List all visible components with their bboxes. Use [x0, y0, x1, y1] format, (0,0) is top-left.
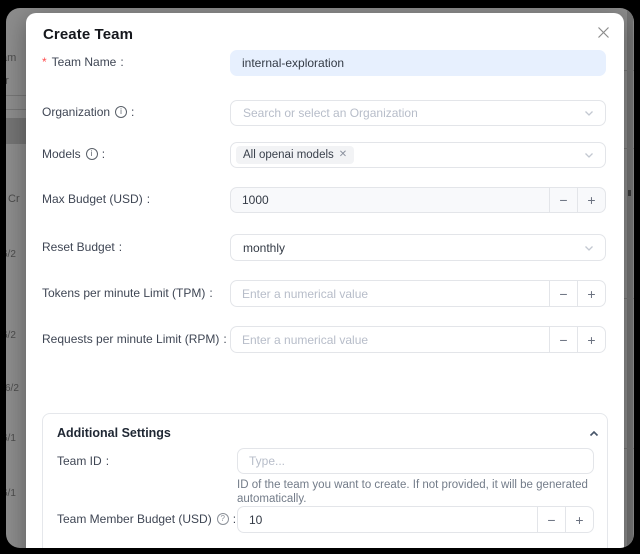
info-icon[interactable]: i [86, 148, 98, 160]
team-id-help-text: ID of the team you want to create. If no… [237, 478, 605, 506]
team-id-input[interactable] [238, 449, 593, 473]
collapse-chevron-up-icon[interactable] [585, 426, 603, 442]
team-member-budget-input[interactable] [238, 507, 537, 532]
bg-text-fragment [628, 190, 631, 196]
increment-button[interactable]: + [577, 188, 605, 212]
model-tag: All openai models ✕ [236, 146, 354, 164]
screen: am ar Cr 6/2 6/2 6/2 6/1 6/1 Create Team [0, 0, 640, 554]
team-member-budget-label: Team Member Budget (USD) ? : [57, 512, 236, 526]
decrement-button[interactable]: − [537, 507, 565, 532]
create-team-modal: Create Team * Team Name : Organization i… [26, 13, 624, 548]
reset-budget-select[interactable]: monthly [230, 234, 606, 261]
info-icon[interactable]: i [115, 106, 127, 118]
bg-text-fragment: ar [6, 75, 9, 87]
bg-divider [6, 95, 26, 96]
reset-budget-label: Reset Budget : [42, 240, 122, 254]
decrement-button[interactable]: − [549, 327, 577, 352]
bg-divider [6, 109, 26, 110]
additional-settings-section: Additional Settings Team ID : ID of the … [42, 413, 608, 548]
chevron-down-icon [583, 149, 595, 161]
bg-text-fragment: Cr [8, 193, 20, 205]
bg-text-fragment: am [6, 52, 16, 64]
bg-divider [624, 448, 634, 449]
team-name-label: * Team Name : [42, 55, 124, 69]
chevron-down-icon [583, 242, 595, 254]
modal-title: Create Team [43, 26, 133, 43]
max-budget-stepper: − + [230, 187, 606, 213]
increment-button[interactable]: + [577, 281, 605, 306]
team-member-budget-stepper: − + [237, 506, 594, 533]
reset-budget-value: monthly [231, 241, 583, 255]
models-label: Models i : [42, 147, 105, 161]
bg-text-fragment: 6/1 [6, 488, 16, 499]
chevron-down-icon [583, 107, 595, 119]
required-mark: * [42, 55, 47, 69]
bg-dark-band [6, 118, 26, 144]
team-id-label: Team ID : [57, 454, 109, 468]
models-select[interactable]: All openai models ✕ [230, 142, 606, 168]
rpm-stepper: − + [230, 326, 606, 353]
bg-text-fragment: 6/2 [6, 330, 16, 341]
team-name-field-wrap [230, 50, 606, 76]
organization-select[interactable]: Search or select an Organization [230, 100, 606, 126]
team-id-field-wrap [237, 448, 594, 474]
bg-scroll-strip [627, 8, 633, 548]
rpm-input[interactable] [231, 327, 549, 352]
dimmed-background-window: am ar Cr 6/2 6/2 6/2 6/1 6/1 Create Team [6, 8, 634, 548]
increment-button[interactable]: + [577, 327, 605, 352]
close-button[interactable] [592, 21, 614, 43]
team-name-input[interactable] [231, 51, 605, 75]
bg-divider [624, 148, 634, 149]
bg-text-fragment: 6/1 [6, 433, 16, 444]
tpm-stepper: − + [230, 280, 606, 307]
tag-remove-icon[interactable]: ✕ [339, 150, 347, 160]
bg-text-fragment: 6/2 [6, 249, 16, 260]
rpm-label: Requests per minute Limit (RPM) : [42, 332, 227, 346]
help-icon[interactable]: ? [217, 513, 229, 525]
max-budget-label: Max Budget (USD) : [42, 192, 150, 206]
bg-divider [624, 298, 634, 299]
tpm-label: Tokens per minute Limit (TPM) : [42, 286, 213, 300]
close-icon [597, 26, 610, 39]
additional-settings-header[interactable]: Additional Settings [57, 426, 171, 440]
bg-divider [624, 70, 634, 71]
bg-text-fragment: 6/2 [6, 383, 19, 394]
organization-label: Organization i : [42, 105, 134, 119]
max-budget-input[interactable] [231, 188, 549, 212]
increment-button[interactable]: + [565, 507, 593, 532]
tpm-input[interactable] [231, 281, 549, 306]
decrement-button[interactable]: − [549, 188, 577, 212]
decrement-button[interactable]: − [549, 281, 577, 306]
organization-placeholder: Search or select an Organization [231, 106, 583, 120]
